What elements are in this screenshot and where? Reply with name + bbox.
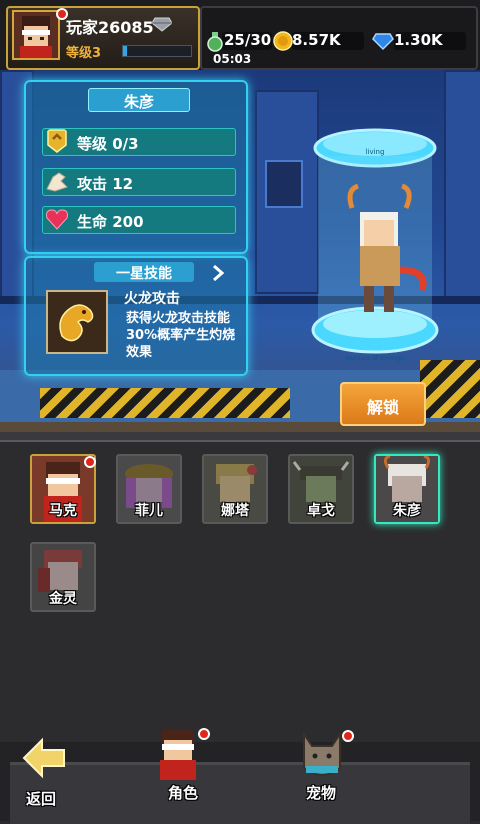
- stat-attack-text: 攻击 12: [77, 175, 134, 193]
- hero-slot-selected[interactable]: 朱彦: [374, 454, 440, 524]
- coin-icon: [273, 31, 293, 51]
- stamina-value: 25/30: [224, 31, 272, 49]
- hero-slot[interactable]: 金灵: [30, 542, 96, 612]
- stat-row-attack: 攻击 12: [42, 168, 236, 196]
- exp-progress-bar: [122, 45, 192, 57]
- hero-slot[interactable]: 菲儿: [116, 454, 182, 524]
- hero-roster: 马克 菲儿 娜塔 卓戈 朱彦 金灵: [0, 432, 480, 742]
- stat-row-health: 生命 200: [42, 206, 236, 234]
- hero-name-plate: 朱彦: [88, 88, 190, 112]
- character-tab-label[interactable]: 角色: [168, 782, 198, 803]
- skill-description: 获得火龙攻击技能30%概率产生灼烧效果: [126, 311, 236, 360]
- gem-icon: [372, 33, 394, 51]
- hazard-stripe: [40, 388, 290, 418]
- character-tab-icon[interactable]: [154, 726, 202, 782]
- stamina-timer: 05:03: [213, 52, 252, 66]
- player-level: 等级3: [66, 46, 102, 61]
- hero-slot[interactable]: 娜塔: [202, 454, 268, 524]
- wall-panel: [444, 70, 480, 304]
- player-name: 玩家26085: [66, 18, 154, 37]
- hero-info-card: 朱彦 等级 0/3 攻击 12 生命 200: [24, 80, 248, 254]
- skill-card[interactable]: 一星技能 火龙攻击 获得火龙攻击技能30%概率产生灼烧效果: [24, 256, 248, 376]
- hero-name-label: 卓戈: [307, 503, 335, 519]
- unlock-button-label: 解锁: [366, 398, 399, 417]
- hero-name: 朱彦: [123, 93, 154, 111]
- skill-tier-title: 一星技能: [116, 266, 172, 282]
- skill-name: 火龙攻击: [124, 291, 180, 307]
- nav-bar-background: [10, 762, 470, 824]
- pet-tab-icon[interactable]: [296, 728, 348, 782]
- hero-name-label: 菲儿: [135, 503, 163, 519]
- stat-health-text: 生命 200: [77, 213, 144, 231]
- gems-value: 1.30K: [394, 31, 443, 49]
- pet-tab-notification-dot: [342, 730, 354, 742]
- rank-badge-icon: [47, 129, 67, 153]
- player-avatar-portrait: [14, 12, 58, 58]
- bottom-nav: [0, 742, 480, 824]
- hero-notification-dot: [84, 456, 96, 468]
- heart-icon: [46, 209, 68, 230]
- back-button-label[interactable]: 返回: [26, 788, 56, 809]
- capsule-bottom-text: Institute of Virology: [346, 355, 405, 362]
- character-tab-notification-dot: [198, 728, 210, 740]
- hero-name-label: 金灵: [49, 591, 77, 607]
- unlock-button[interactable]: 解锁: [340, 382, 426, 426]
- vip-diamond-icon[interactable]: [152, 16, 172, 32]
- control-screen: [265, 160, 303, 208]
- hero-name-label: 马克: [49, 503, 77, 519]
- stat-row-level: 等级 0/3: [42, 128, 236, 156]
- roster-top-rail: [0, 432, 480, 442]
- stat-level-text: 等级 0/3: [77, 135, 139, 153]
- capsule-top-text: living: [366, 148, 385, 156]
- player-avatar[interactable]: [12, 10, 60, 60]
- hero-name-label: 娜塔: [221, 503, 249, 519]
- hero-slot[interactable]: 卓戈: [288, 454, 354, 524]
- exp-progress-fill: [123, 46, 127, 56]
- hero-capsule: living Institute of Virology: [311, 128, 439, 362]
- chevron-right-icon[interactable]: [210, 264, 226, 282]
- hero-name-label: 朱彦: [393, 503, 421, 519]
- pet-tab-label[interactable]: 宠物: [306, 782, 336, 803]
- fire-dragon-icon: [46, 290, 108, 354]
- muscle-arm-icon: [46, 172, 68, 192]
- skill-title-plate: 一星技能: [94, 262, 194, 282]
- stamina-potion-icon: [207, 32, 223, 52]
- coins-value: 8.57K: [292, 31, 341, 49]
- back-arrow-icon[interactable]: [22, 736, 66, 782]
